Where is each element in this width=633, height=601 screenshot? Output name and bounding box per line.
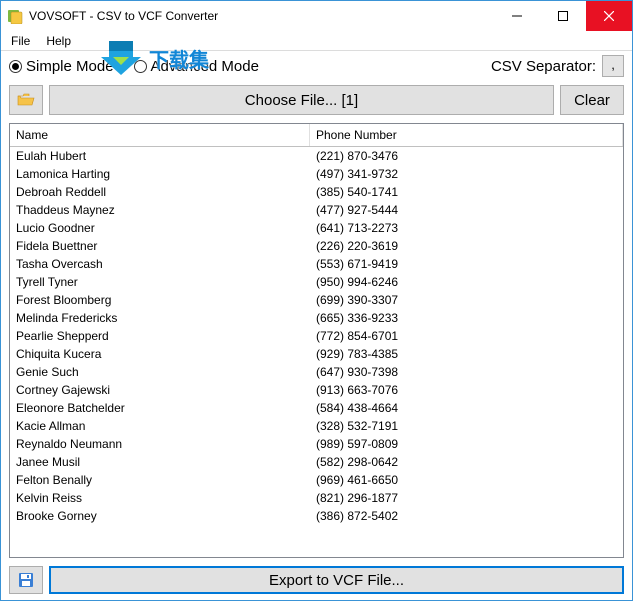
table-row[interactable]: Lucio Goodner(641) 713-2273 xyxy=(10,219,623,237)
cell-phone: (584) 438-4664 xyxy=(310,401,623,415)
table-row[interactable]: Fidela Buettner(226) 220-3619 xyxy=(10,237,623,255)
menu-help[interactable]: Help xyxy=(40,32,77,50)
cell-phone: (929) 783-4385 xyxy=(310,347,623,361)
cell-name: Reynaldo Neumann xyxy=(10,437,310,451)
table-row[interactable]: Tasha Overcash(553) 671-9419 xyxy=(10,255,623,273)
mode-row: 下载集 Simple Mode Advanced Mode CSV Separa… xyxy=(1,51,632,81)
table-row[interactable]: Debroah Reddell(385) 540-1741 xyxy=(10,183,623,201)
window-controls xyxy=(494,1,632,31)
table-row[interactable]: Kelvin Reiss(821) 296-1877 xyxy=(10,489,623,507)
window-title: VOVSOFT - CSV to VCF Converter xyxy=(29,9,494,23)
cell-name: Tyrell Tyner xyxy=(10,275,310,289)
menubar: File Help xyxy=(1,31,632,51)
table-header: Name Phone Number xyxy=(10,124,623,147)
cell-phone: (553) 671-9419 xyxy=(310,257,623,271)
radio-circle-icon xyxy=(9,60,22,73)
cell-name: Kelvin Reiss xyxy=(10,491,310,505)
export-row: Export to VCF File... xyxy=(1,562,632,600)
cell-phone: (950) 994-6246 xyxy=(310,275,623,289)
folder-open-icon xyxy=(17,93,35,107)
cell-phone: (772) 854-6701 xyxy=(310,329,623,343)
table-row[interactable]: Melinda Fredericks(665) 336-9233 xyxy=(10,309,623,327)
cell-phone: (821) 296-1877 xyxy=(310,491,623,505)
table-row[interactable]: Chiquita Kucera(929) 783-4385 xyxy=(10,345,623,363)
cell-phone: (989) 597-0809 xyxy=(310,437,623,451)
cell-phone: (913) 663-7076 xyxy=(310,383,623,397)
cell-name: Genie Such xyxy=(10,365,310,379)
table-row[interactable]: Reynaldo Neumann(989) 597-0809 xyxy=(10,435,623,453)
cell-name: Kacie Allman xyxy=(10,419,310,433)
cell-name: Lucio Goodner xyxy=(10,221,310,235)
table-row[interactable]: Genie Such(647) 930-7398 xyxy=(10,363,623,381)
radio-advanced-label: Advanced Mode xyxy=(151,58,259,75)
cell-phone: (665) 336-9233 xyxy=(310,311,623,325)
cell-name: Thaddeus Maynez xyxy=(10,203,310,217)
floppy-disk-icon xyxy=(18,572,34,588)
cell-phone: (477) 927-5444 xyxy=(310,203,623,217)
table-row[interactable]: Tyrell Tyner(950) 994-6246 xyxy=(10,273,623,291)
choose-file-button[interactable]: Choose File... [1] xyxy=(49,85,554,115)
column-header-name[interactable]: Name xyxy=(10,124,310,146)
cell-phone: (386) 872-5402 xyxy=(310,509,623,523)
save-button[interactable] xyxy=(9,566,43,594)
menu-file[interactable]: File xyxy=(5,32,36,50)
open-folder-button[interactable] xyxy=(9,85,43,115)
close-button[interactable] xyxy=(586,1,632,31)
radio-advanced-mode[interactable]: Advanced Mode xyxy=(134,58,259,75)
cell-name: Fidela Buettner xyxy=(10,239,310,253)
cell-name: Eleonore Batchelder xyxy=(10,401,310,415)
cell-name: Janee Musil xyxy=(10,455,310,469)
export-button[interactable]: Export to VCF File... xyxy=(49,566,624,594)
cell-phone: (385) 540-1741 xyxy=(310,185,623,199)
cell-name: Pearlie Shepperd xyxy=(10,329,310,343)
cell-name: Forest Bloomberg xyxy=(10,293,310,307)
table-row[interactable]: Brooke Gorney(386) 872-5402 xyxy=(10,507,623,525)
radio-simple-mode[interactable]: Simple Mode xyxy=(9,58,114,75)
file-row: Choose File... [1] Clear xyxy=(1,81,632,119)
cell-name: Chiquita Kucera xyxy=(10,347,310,361)
cell-phone: (226) 220-3619 xyxy=(310,239,623,253)
cell-name: Debroah Reddell xyxy=(10,185,310,199)
cell-name: Felton Benally xyxy=(10,473,310,487)
cell-phone: (328) 532-7191 xyxy=(310,419,623,433)
table-row[interactable]: Forest Bloomberg(699) 390-3307 xyxy=(10,291,623,309)
cell-phone: (221) 870-3476 xyxy=(310,149,623,163)
cell-name: Tasha Overcash xyxy=(10,257,310,271)
cell-name: Melinda Fredericks xyxy=(10,311,310,325)
table-row[interactable]: Eleonore Batchelder(584) 438-4664 xyxy=(10,399,623,417)
table-row[interactable]: Pearlie Shepperd(772) 854-6701 xyxy=(10,327,623,345)
cell-name: Brooke Gorney xyxy=(10,509,310,523)
table-row[interactable]: Janee Musil(582) 298-0642 xyxy=(10,453,623,471)
table-row[interactable]: Lamonica Harting(497) 341-9732 xyxy=(10,165,623,183)
cell-name: Cortney Gajewski xyxy=(10,383,310,397)
table-row[interactable]: Eulah Hubert(221) 870-3476 xyxy=(10,147,623,165)
cell-phone: (699) 390-3307 xyxy=(310,293,623,307)
radio-simple-label: Simple Mode xyxy=(26,58,114,75)
contacts-table: Name Phone Number Eulah Hubert(221) 870-… xyxy=(9,123,624,558)
table-row[interactable]: Kacie Allman(328) 532-7191 xyxy=(10,417,623,435)
cell-phone: (582) 298-0642 xyxy=(310,455,623,469)
cell-phone: (497) 341-9732 xyxy=(310,167,623,181)
radio-circle-icon xyxy=(134,60,147,73)
table-row[interactable]: Felton Benally(969) 461-6650 xyxy=(10,471,623,489)
table-row[interactable]: Cortney Gajewski(913) 663-7076 xyxy=(10,381,623,399)
table-body[interactable]: Eulah Hubert(221) 870-3476Lamonica Harti… xyxy=(10,147,623,557)
csv-separator-input[interactable]: , xyxy=(602,55,624,77)
cell-name: Lamonica Harting xyxy=(10,167,310,181)
minimize-button[interactable] xyxy=(494,1,540,31)
table-row[interactable]: Thaddeus Maynez(477) 927-5444 xyxy=(10,201,623,219)
cell-phone: (641) 713-2273 xyxy=(310,221,623,235)
csv-separator-label: CSV Separator: xyxy=(491,58,596,75)
cell-phone: (647) 930-7398 xyxy=(310,365,623,379)
app-icon xyxy=(7,8,23,24)
clear-button[interactable]: Clear xyxy=(560,85,624,115)
cell-name: Eulah Hubert xyxy=(10,149,310,163)
maximize-button[interactable] xyxy=(540,1,586,31)
titlebar[interactable]: VOVSOFT - CSV to VCF Converter xyxy=(1,1,632,31)
column-header-phone[interactable]: Phone Number xyxy=(310,124,623,146)
cell-phone: (969) 461-6650 xyxy=(310,473,623,487)
